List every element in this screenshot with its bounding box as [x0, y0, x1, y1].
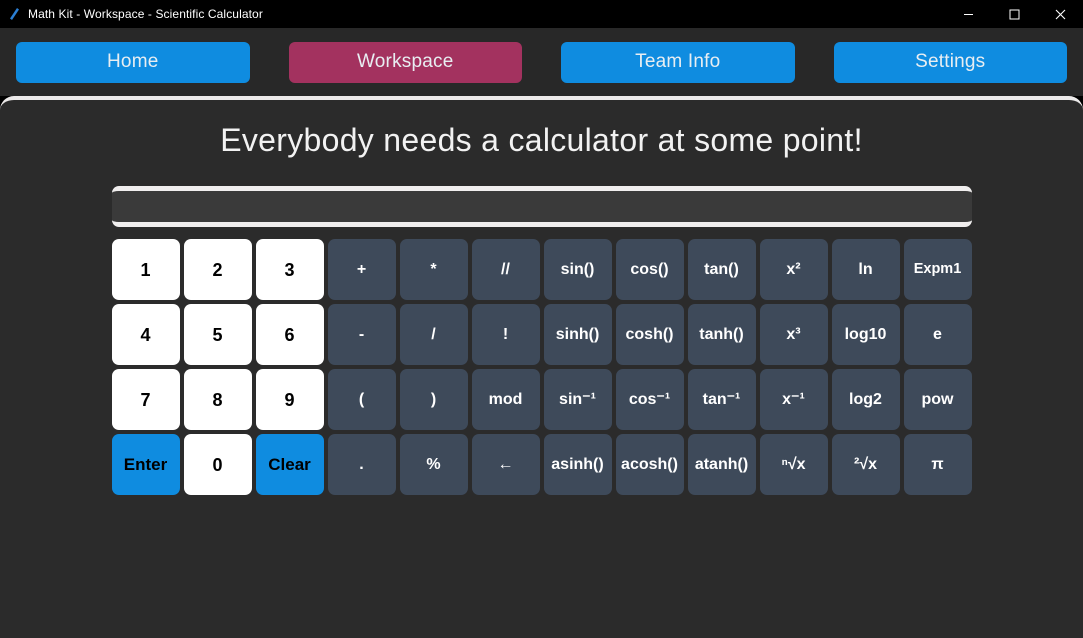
calc-key[interactable]: 3: [255, 239, 324, 300]
calc-key[interactable]: ←: [471, 434, 540, 495]
calc-key[interactable]: pow: [903, 369, 972, 430]
minimize-icon[interactable]: [945, 0, 991, 28]
calc-key[interactable]: ²√x: [831, 434, 900, 495]
calc-key[interactable]: Enter: [111, 434, 180, 495]
maximize-icon[interactable]: [991, 0, 1037, 28]
calc-key[interactable]: mod: [471, 369, 540, 430]
calculator: 1 2 3 + *//sin() cos() tan() x² ln Expm1 4 5 6- /! sin…: [111, 159, 972, 495]
calc-key[interactable]: ln: [831, 239, 900, 300]
navigation-bar: Home Workspace Team Info Settings: [0, 28, 1083, 96]
calc-key[interactable]: cos(): [615, 239, 684, 300]
calc-key[interactable]: %: [399, 434, 468, 495]
calc-key[interactable]: !: [471, 304, 540, 365]
calculator-keypad: 1 2 3 + *//sin() cos() tan() x² ln Expm1 4 5 6- /! sin…: [111, 239, 972, 495]
calc-key[interactable]: cosh(): [615, 304, 684, 365]
calc-key[interactable]: acosh(): [615, 434, 684, 495]
calc-key[interactable]: -: [327, 304, 396, 365]
calc-key[interactable]: 7: [111, 369, 180, 430]
calc-key[interactable]: (: [327, 369, 396, 430]
calc-key[interactable]: e: [903, 304, 972, 365]
calc-key[interactable]: 9: [255, 369, 324, 430]
calc-key[interactable]: x²: [759, 239, 828, 300]
calc-key[interactable]: tan⁻¹: [687, 369, 756, 430]
calc-key[interactable]: x³: [759, 304, 828, 365]
nav-button-team-info[interactable]: Team Info: [561, 41, 795, 83]
calc-key[interactable]: ): [399, 369, 468, 430]
calc-key[interactable]: 2: [183, 239, 252, 300]
calc-key[interactable]: Clear: [255, 434, 324, 495]
calc-key[interactable]: asinh(): [543, 434, 612, 495]
title-bar: Math Kit - Workspace - Scientific Calcul…: [0, 0, 1083, 28]
calc-key[interactable]: sinh(): [543, 304, 612, 365]
close-icon[interactable]: [1037, 0, 1083, 28]
window-controls: [945, 0, 1083, 28]
nav-button-workspace[interactable]: Workspace: [288, 41, 522, 83]
calc-key[interactable]: +: [327, 239, 396, 300]
pencil-icon: [0, 0, 28, 28]
calc-key[interactable]: sin⁻¹: [543, 369, 612, 430]
calc-key[interactable]: .: [327, 434, 396, 495]
calc-key[interactable]: 1: [111, 239, 180, 300]
nav-button-settings[interactable]: Settings: [833, 41, 1067, 83]
calc-key[interactable]: log2: [831, 369, 900, 430]
calc-key[interactable]: //: [471, 239, 540, 300]
calc-key[interactable]: 0: [183, 434, 252, 495]
calc-key[interactable]: π: [903, 434, 972, 495]
calc-key[interactable]: sin(): [543, 239, 612, 300]
calc-key[interactable]: 8: [183, 369, 252, 430]
calc-key[interactable]: Expm1: [903, 239, 972, 300]
calc-key[interactable]: *: [399, 239, 468, 300]
calc-key[interactable]: 6: [255, 304, 324, 365]
calculator-display-input[interactable]: [111, 186, 972, 227]
calc-key[interactable]: /: [399, 304, 468, 365]
calc-key[interactable]: atanh(): [687, 434, 756, 495]
calc-key[interactable]: 4: [111, 304, 180, 365]
calc-key[interactable]: log10: [831, 304, 900, 365]
calc-key[interactable]: ⁿ√x: [759, 434, 828, 495]
window-title: Math Kit - Workspace - Scientific Calcul…: [28, 7, 263, 21]
calc-key[interactable]: tanh(): [687, 304, 756, 365]
calc-key[interactable]: 5: [183, 304, 252, 365]
calc-key[interactable]: cos⁻¹: [615, 369, 684, 430]
calc-key[interactable]: x⁻¹: [759, 369, 828, 430]
calc-key[interactable]: tan(): [687, 239, 756, 300]
nav-button-home[interactable]: Home: [16, 41, 250, 83]
content-panel: Everybody needs a calculator at some poi…: [0, 96, 1083, 638]
page-title: Everybody needs a calculator at some poi…: [220, 122, 863, 158]
